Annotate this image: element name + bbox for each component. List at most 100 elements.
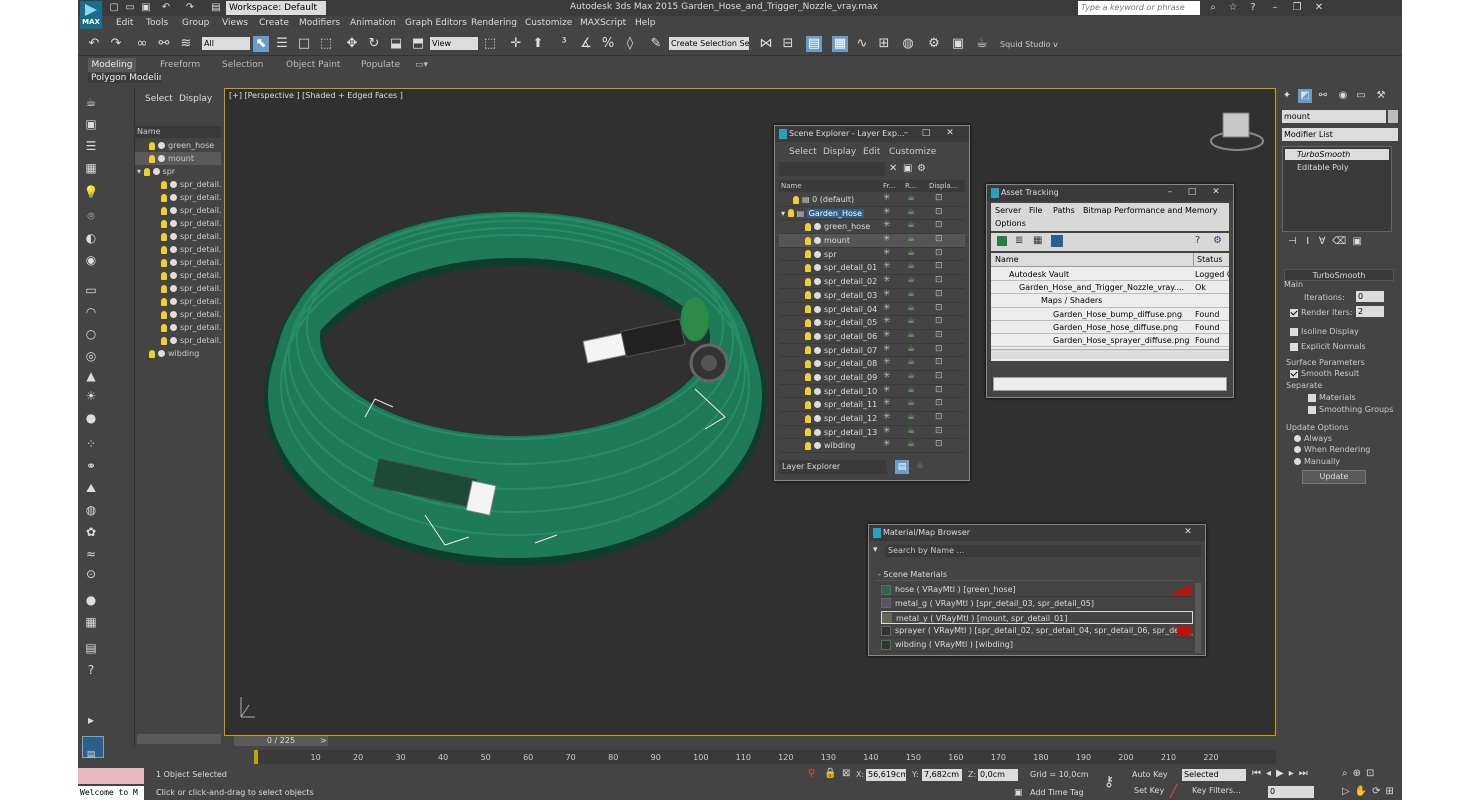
scene-list-scrollbar[interactable]: [137, 734, 221, 744]
asset-horizontal-scrollbar[interactable]: [991, 349, 1229, 359]
tab-selection[interactable]: Selection: [222, 60, 263, 70]
spinner-snap-icon[interactable]: ◊: [622, 36, 638, 52]
modify-tab-icon[interactable]: ◩: [1298, 89, 1312, 103]
menu-modifiers[interactable]: Modifiers: [299, 18, 340, 28]
motion-tab-icon[interactable]: ◉: [1336, 89, 1350, 103]
restore-icon[interactable]: ❐: [1290, 1, 1304, 15]
menu-customize[interactable]: Customize: [889, 147, 936, 157]
menu-file[interactable]: File: [1029, 206, 1042, 215]
table-row[interactable]: Maps / Shaders: [991, 294, 1229, 308]
list-item[interactable]: spr_detail.: [135, 269, 221, 282]
table-row[interactable]: Garden_Hose_and_Trigger_Nozzle_vray.... O…: [991, 281, 1229, 295]
stack-item-editable-poly[interactable]: Editable Poly: [1285, 162, 1389, 173]
table-row[interactable]: spr_detail_07: [779, 344, 965, 358]
list-item[interactable]: spr_detail.: [135, 308, 221, 321]
list-item[interactable]: sprayer ( VRayMtl ) [spr_detail_02, spr_…: [881, 624, 1193, 639]
explicit-normals-checkbox[interactable]: Explicit Normals: [1290, 342, 1366, 351]
unique-icon[interactable]: ∀: [1319, 236, 1326, 247]
schematic-view-icon[interactable]: ⊞: [876, 36, 892, 52]
menu-customize[interactable]: Customize: [525, 18, 572, 28]
redo-icon[interactable]: ↷: [184, 2, 196, 14]
smoothing-groups-checkbox[interactable]: Smoothing Groups: [1308, 405, 1393, 414]
table-row[interactable]: spr_detail_03: [779, 289, 965, 303]
sphere-white-icon[interactable]: ●: [82, 592, 100, 608]
polygon-modeling-label[interactable]: Polygon Modeling: [88, 73, 161, 83]
configure-sets-icon[interactable]: ▣: [1352, 236, 1361, 247]
table-row[interactable]: spr: [779, 248, 965, 262]
search-input[interactable]: Type a keyword or phrase: [1078, 1, 1200, 15]
align-icon[interactable]: ⊟: [780, 36, 796, 52]
redo-icon[interactable]: ↷: [108, 36, 124, 52]
zoom-all-icon[interactable]: ⊕: [1353, 768, 1366, 779]
molecule-icon[interactable]: ⚭: [82, 458, 100, 474]
expand-arrow-icon[interactable]: ▸: [82, 712, 100, 728]
smooth-result-checkbox[interactable]: Smooth Result: [1290, 369, 1359, 378]
orbit-icon[interactable]: ⟳: [1372, 786, 1385, 797]
table-row[interactable]: wibding: [779, 439, 965, 454]
scene-list-tab-display[interactable]: Display: [179, 94, 212, 104]
help-icon[interactable]: ?: [1246, 1, 1260, 15]
time-tag-icon[interactable]: ▣: [1014, 788, 1023, 798]
camera-icon[interactable]: ⌾: [82, 208, 100, 224]
col-freeze[interactable]: Fr...: [883, 180, 895, 192]
list-item[interactable]: spr_detail.: [135, 295, 221, 308]
system-icon[interactable]: ◉: [82, 252, 100, 268]
reference-coord-dropdown[interactable]: View: [430, 37, 478, 50]
material-search-input[interactable]: Search by Name ...: [885, 545, 1201, 557]
info-center-icon[interactable]: ☆: [1226, 1, 1240, 15]
list-icon[interactable]: ☰: [82, 138, 100, 154]
selection-filter-dropdown[interactable]: All: [202, 37, 250, 50]
list-item[interactable]: spr_detail.: [135, 282, 221, 295]
zoom-extents-icon[interactable]: ⊡: [1366, 768, 1379, 779]
material-scrollbar[interactable]: [1195, 583, 1201, 653]
close-icon[interactable]: ✕: [1209, 186, 1223, 198]
app-logo[interactable]: MAX: [80, 1, 102, 29]
landscape-icon[interactable]: ⛰: [82, 480, 100, 496]
refresh-icon[interactable]: [997, 236, 1007, 246]
scene-list-column-name[interactable]: Name: [135, 126, 221, 138]
maxscript-mini-listener[interactable]: Welcome to M: [78, 786, 144, 800]
sun-icon[interactable]: ☀: [82, 388, 100, 404]
layer-search-field[interactable]: [779, 162, 885, 176]
table-row[interactable]: spr_detail_05: [779, 316, 965, 330]
prev-frame-icon[interactable]: ◂: [1266, 768, 1276, 779]
modifier-list-dropdown[interactable]: Modifier List: [1282, 128, 1398, 141]
table-row[interactable]: spr_detail_09: [779, 371, 965, 385]
list-item[interactable]: spr_detail.: [135, 256, 221, 269]
list-item[interactable]: metal_g ( VRayMtl ) [spr_detail_03, spr_…: [881, 597, 1193, 611]
list-item[interactable]: spr_detail.: [135, 334, 221, 347]
menu-graph-editors[interactable]: Graph Editors: [405, 18, 467, 28]
auto-key-button[interactable]: Auto Key: [1132, 770, 1168, 779]
set-key-icon[interactable]: ╱: [1170, 784, 1177, 798]
menu-animation[interactable]: Animation: [350, 18, 396, 28]
maximize-viewport-icon[interactable]: ⊞: [1386, 786, 1399, 797]
stack-item-turbosmooth[interactable]: TurboSmooth: [1285, 149, 1389, 160]
rect-selection-icon[interactable]: □: [296, 36, 312, 52]
fov-icon[interactable]: ▷: [1342, 786, 1355, 797]
z-coordinate-field[interactable]: 0,0cm: [978, 769, 1018, 781]
maximize-icon[interactable]: □: [1185, 186, 1199, 198]
menu-rendering[interactable]: Rendering: [471, 18, 517, 28]
select-by-name-icon[interactable]: ☰: [274, 36, 290, 52]
layer-options-icon[interactable]: ⚙: [917, 163, 926, 174]
table-row[interactable]: spr_detail_08: [779, 357, 965, 371]
keyboard-shortcut-icon[interactable]: ⬆: [530, 36, 546, 52]
box-icon[interactable]: ▭: [82, 282, 100, 298]
help-icon[interactable]: ?: [1195, 235, 1200, 246]
asset-path-field[interactable]: [993, 377, 1227, 391]
menu-group[interactable]: Group: [182, 18, 209, 28]
menu-views[interactable]: Views: [222, 18, 248, 28]
list-view-icon[interactable]: ≣: [1015, 235, 1023, 246]
menu-help[interactable]: Help: [635, 18, 656, 28]
manually-radio[interactable]: Manually: [1294, 457, 1340, 466]
plant-icon[interactable]: ✿: [82, 524, 100, 540]
squid-studio-label[interactable]: Squid Studio v: [1000, 40, 1058, 49]
render-icon[interactable]: ☕: [974, 36, 990, 52]
manipulate-icon[interactable]: ✛: [508, 36, 524, 52]
search-icon[interactable]: ⌕: [1206, 1, 1220, 15]
utilities-tab-icon[interactable]: ⚒: [1374, 89, 1388, 103]
script-icon[interactable]: ▤: [82, 640, 100, 656]
next-frame-icon[interactable]: ▸: [1289, 768, 1299, 779]
list-item[interactable]: hose ( VRayMtl ) [green_hose]: [881, 583, 1193, 597]
move-icon[interactable]: ✥: [344, 36, 360, 52]
